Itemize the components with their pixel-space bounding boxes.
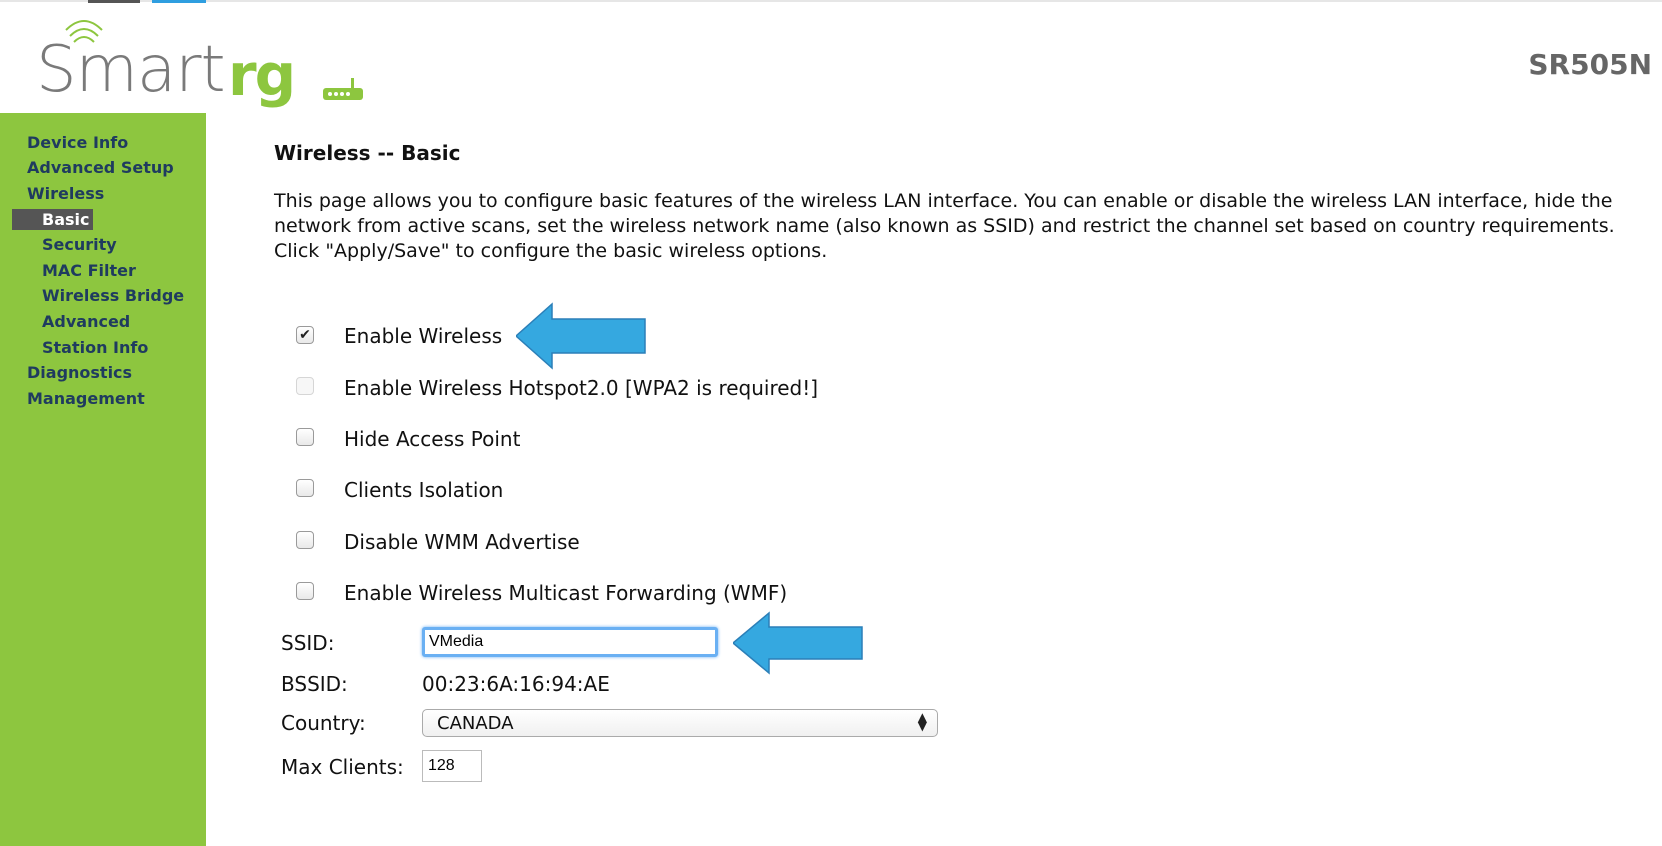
sidebar-item-advanced-setup[interactable]: Advanced Setup <box>27 158 174 177</box>
model-name: SR505N <box>1528 48 1652 81</box>
sidebar-item-basic[interactable]: Basic <box>12 209 94 230</box>
instruction-text: Click "Apply/Save" to configure the basi… <box>274 240 828 262</box>
sidebar-item-mac-filter[interactable]: MAC Filter <box>42 261 136 280</box>
enable-wmf-label: Enable Wireless Multicast Forwarding (WM… <box>344 581 788 605</box>
hide-access-point-label: Hide Access Point <box>344 427 521 451</box>
enable-wireless-label: Enable Wireless <box>344 324 503 348</box>
description-text: This page allows you to configure basic … <box>274 190 1615 237</box>
hide-access-point-checkbox[interactable] <box>296 428 314 446</box>
country-label: Country: <box>281 711 366 735</box>
country-select[interactable]: CANADA ▲ ▼ <box>422 709 938 737</box>
bssid-value: 00:23:6A:16:94:AE <box>422 672 610 696</box>
disable-wmm-advertise-checkbox[interactable] <box>296 531 314 549</box>
clients-isolation-label: Clients Isolation <box>344 478 504 502</box>
sidebar-item-management[interactable]: Management <box>27 389 145 408</box>
page-description: This page allows you to configure basic … <box>274 189 1634 264</box>
sidebar-item-security[interactable]: Security <box>42 235 117 254</box>
ssid-input[interactable] <box>422 627 718 657</box>
sidebar-item-advanced[interactable]: Advanced <box>42 312 130 331</box>
max-clients-label: Max Clients: <box>281 755 404 779</box>
sidebar: Device Info Advanced Setup Wireless Basi… <box>0 113 206 846</box>
enable-wireless-checkbox[interactable]: ✔ <box>296 326 314 344</box>
country-selected-value: CANADA <box>437 713 514 734</box>
sidebar-item-device-info[interactable]: Device Info <box>27 133 128 152</box>
enable-wmf-checkbox[interactable] <box>296 582 314 600</box>
sidebar-item-station-info[interactable]: Station Info <box>42 338 148 357</box>
clients-isolation-checkbox[interactable] <box>296 479 314 497</box>
ssid-label: SSID: <box>281 631 335 655</box>
sidebar-item-diagnostics[interactable]: Diagnostics <box>27 363 132 382</box>
logo-text-smart: Smart <box>36 33 226 107</box>
bssid-label: BSSID: <box>281 672 348 696</box>
enable-hotspot-checkbox <box>296 377 314 395</box>
annotation-arrow-icon <box>733 611 863 675</box>
sidebar-item-wireless[interactable]: Wireless <box>27 184 104 203</box>
max-clients-input[interactable] <box>422 750 482 782</box>
enable-hotspot-label: Enable Wireless Hotspot2.0 [WPA2 is requ… <box>344 376 819 400</box>
select-updown-icon: ▲ ▼ <box>917 710 927 733</box>
disable-wmm-advertise-label: Disable WMM Advertise <box>344 530 580 554</box>
annotation-arrow-icon <box>516 302 646 370</box>
checkmark-icon: ✔ <box>299 327 311 343</box>
router-icon <box>323 78 363 100</box>
sidebar-item-wireless-bridge[interactable]: Wireless Bridge <box>42 286 184 305</box>
smartrg-logo: Smart rg <box>36 16 363 110</box>
browser-tab-indicator-active <box>152 0 206 3</box>
logo-text-rg: rg <box>228 41 296 109</box>
page-title: Wireless -- Basic <box>274 141 461 165</box>
browser-tab-indicator <box>88 0 140 3</box>
browser-top-border <box>0 0 1662 2</box>
